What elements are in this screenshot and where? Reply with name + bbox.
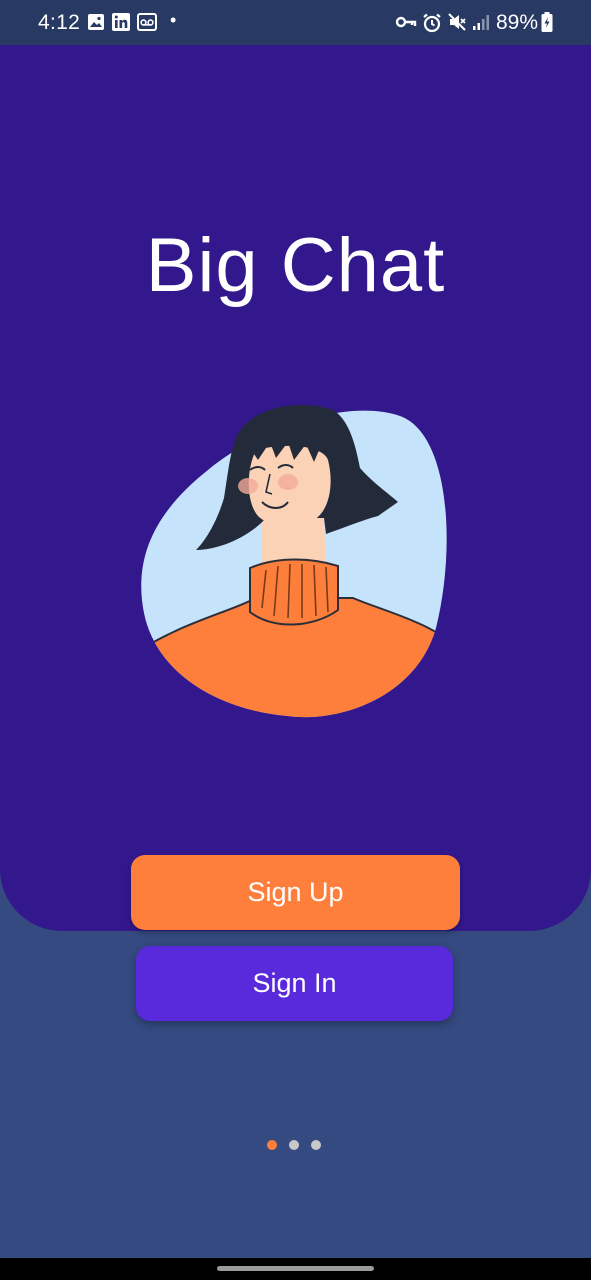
voicemail-icon [137,13,157,36]
status-bar: 4:12 • 89% [0,0,591,45]
page-indicator [267,1140,327,1152]
app-title: Big Chat [145,223,446,308]
home-gesture-handle[interactable] [217,1266,374,1271]
system-nav-bar [0,1258,591,1280]
signal-icon [472,13,490,36]
image-icon [87,13,105,36]
battery-charging-icon [541,12,553,37]
alarm-icon [422,13,442,38]
woman-avatar-illustration [138,398,454,727]
sign-in-button[interactable]: Sign In [136,946,453,1021]
status-time: 4:12 [38,11,81,34]
page-dot-active [267,1140,277,1150]
page-dot [289,1140,299,1150]
battery-percent: 89% [496,11,539,34]
page-dot [311,1140,321,1150]
linkedin-icon [112,13,130,36]
mute-icon [448,13,466,36]
sign-up-button[interactable]: Sign Up [131,855,460,930]
notification-dot: • [170,10,177,30]
vpn-key-icon [395,13,417,36]
